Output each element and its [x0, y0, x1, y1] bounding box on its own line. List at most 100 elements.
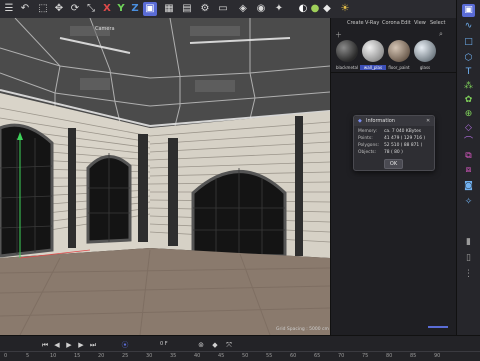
menu-create[interactable]: Create	[347, 18, 364, 29]
subdivision-icon[interactable]: ◆	[320, 2, 334, 16]
menu-icon[interactable]: ☰	[2, 2, 16, 16]
move-icon[interactable]: ✥	[52, 2, 66, 16]
menu-view[interactable]: View	[414, 18, 426, 29]
fracture-icon[interactable]: ⊕	[462, 108, 475, 121]
previous-key-icon[interactable]: ◀	[52, 340, 62, 350]
rotate-icon[interactable]: ⟳	[68, 2, 82, 16]
z-axis-toggle[interactable]: Z	[128, 2, 142, 16]
layer-icon[interactable]: ▮	[462, 236, 475, 249]
material-label-selected: wall_plas	[360, 65, 386, 70]
timeline-ruler	[0, 351, 480, 352]
sun-icon[interactable]: ☀	[338, 2, 352, 16]
tick-label: 75	[362, 353, 369, 359]
points-value: 41 479 ( 129 716 )	[384, 136, 426, 141]
search-icon[interactable]: ⌕	[439, 30, 443, 40]
tick-label: 80	[386, 353, 393, 359]
settings-icon[interactable]: ⋮	[462, 268, 475, 281]
effector-icon[interactable]: ⧈	[462, 164, 475, 177]
play-icon[interactable]: ▶	[64, 340, 74, 350]
render-icon[interactable]: ▦	[162, 2, 176, 16]
menu-select[interactable]: Select	[430, 18, 445, 29]
film-icon[interactable]: ▭	[216, 2, 230, 16]
ok-button[interactable]: OK	[384, 159, 403, 169]
tick-label: 60	[290, 353, 297, 359]
render-settings-icon[interactable]: ⚙	[198, 2, 212, 16]
grid-spacing-label: Grid Spacing : 5000 cm	[276, 327, 329, 332]
menu-vray[interactable]: V-Ray	[365, 18, 379, 29]
spline-icon[interactable]: ∿	[462, 20, 475, 33]
3d-viewport[interactable]: Camera Grid Spacing : 5000 cm	[0, 18, 330, 335]
y-axis-toggle[interactable]: Y	[114, 2, 128, 16]
tick-label: 50	[242, 353, 249, 359]
menu-corona[interactable]: Corona	[382, 18, 400, 29]
material-label: blackmetal	[335, 65, 359, 70]
light-icon[interactable]: ✦	[272, 2, 286, 16]
polygons-label: Polygons:	[358, 143, 380, 148]
go-to-end-icon[interactable]: ⏭	[88, 340, 98, 350]
close-icon[interactable]: ✕	[426, 116, 430, 126]
material-menu-bar: Create V-Ray Corona Edit View Select	[331, 18, 457, 29]
scale-icon[interactable]: ⤡	[84, 2, 98, 16]
divider	[331, 72, 457, 73]
tick-label: 40	[194, 353, 201, 359]
right-toolbar: ▣ ∿ □ ⬡ T ⁂ ✿ ⊕ ◇ ⌒ ⧉ ⧈ ◙ ✧ ▮ ▯ ⋮	[456, 0, 480, 335]
tick-label: 0	[4, 353, 8, 359]
camera-icon[interactable]: ◉	[254, 2, 268, 16]
tag-icon[interactable]: ▯	[462, 252, 475, 265]
field-icon[interactable]: ⧉	[462, 150, 475, 163]
cube-tool-icon[interactable]: ▣	[462, 4, 475, 17]
keyframe-icon[interactable]: ◆	[210, 340, 220, 350]
cube-icon[interactable]: ▣	[143, 2, 157, 16]
material-swatch-glass[interactable]	[414, 40, 436, 62]
undo-icon[interactable]: ↶	[18, 2, 32, 16]
select-icon[interactable]: ⬚	[36, 2, 50, 16]
zoom-slider[interactable]	[428, 326, 448, 328]
camera-label[interactable]: Camera	[95, 26, 115, 32]
light-tool-icon[interactable]: ✧	[462, 196, 475, 209]
array-icon[interactable]: ⁂	[462, 80, 475, 93]
material-swatch-floor[interactable]	[388, 40, 410, 62]
scene-render	[0, 18, 330, 335]
current-frame[interactable]: 0 F	[160, 341, 168, 347]
bend-deformer-icon[interactable]: ⌒	[462, 136, 475, 149]
next-key-icon[interactable]: ▶	[76, 340, 86, 350]
material-manager: Create V-Ray Corona Edit View Select ＋ ⌕…	[330, 18, 457, 335]
text-icon[interactable]: T	[462, 66, 475, 79]
tick-label: 30	[146, 353, 153, 359]
tick-label: 85	[410, 353, 417, 359]
timeline[interactable]: ⏮ ◀ ▶ ▶ ⏭ ⦿ 0 F ⊚ ◆ ⤧ 0 5 10 15 20 25 30…	[0, 335, 480, 361]
menu-edit[interactable]: Edit	[401, 18, 411, 29]
add-material-icon[interactable]: ＋	[335, 30, 342, 40]
tick-label: 25	[122, 353, 129, 359]
tick-label: 90	[434, 353, 441, 359]
tick-label: 10	[50, 353, 57, 359]
material-label: floor_paint	[388, 65, 410, 70]
memory-value: ca. 7 040 KBytes	[384, 129, 422, 134]
x-axis-toggle[interactable]: X	[100, 2, 114, 16]
dialog-header: ◆ Information ✕	[354, 116, 434, 126]
objects-icon[interactable]: ◈	[236, 2, 250, 16]
deformer-icon[interactable]: ◇	[462, 122, 475, 135]
render-view-icon[interactable]: ▤	[180, 2, 194, 16]
info-icon: ◆	[358, 118, 362, 124]
extrude-icon[interactable]: ⬡	[462, 52, 475, 65]
autokey-icon[interactable]: ⊚	[196, 340, 206, 350]
objects-value: 78 ( 80 )	[384, 150, 403, 155]
memory-label: Memory:	[358, 129, 378, 134]
camera-tool-icon[interactable]: ◙	[462, 180, 475, 193]
record-icon[interactable]: ⦿	[120, 340, 130, 350]
cloner-icon[interactable]: ✿	[462, 94, 475, 107]
tick-label: 35	[170, 353, 177, 359]
tick-label: 70	[338, 353, 345, 359]
polygons-value: 52 510 ( 88 871 )	[384, 143, 423, 148]
material-label: glass	[419, 65, 431, 70]
square-icon[interactable]: □	[462, 36, 475, 49]
dialog-title: Information	[366, 118, 395, 124]
motion-icon[interactable]: ⤧	[224, 340, 234, 350]
tick-label: 45	[218, 353, 225, 359]
go-to-start-icon[interactable]: ⏮	[40, 340, 50, 350]
material-swatch-blackmetal[interactable]	[336, 40, 358, 62]
material-swatch-wall[interactable]	[362, 40, 384, 62]
tick-label: 20	[98, 353, 105, 359]
tick-label: 15	[74, 353, 81, 359]
